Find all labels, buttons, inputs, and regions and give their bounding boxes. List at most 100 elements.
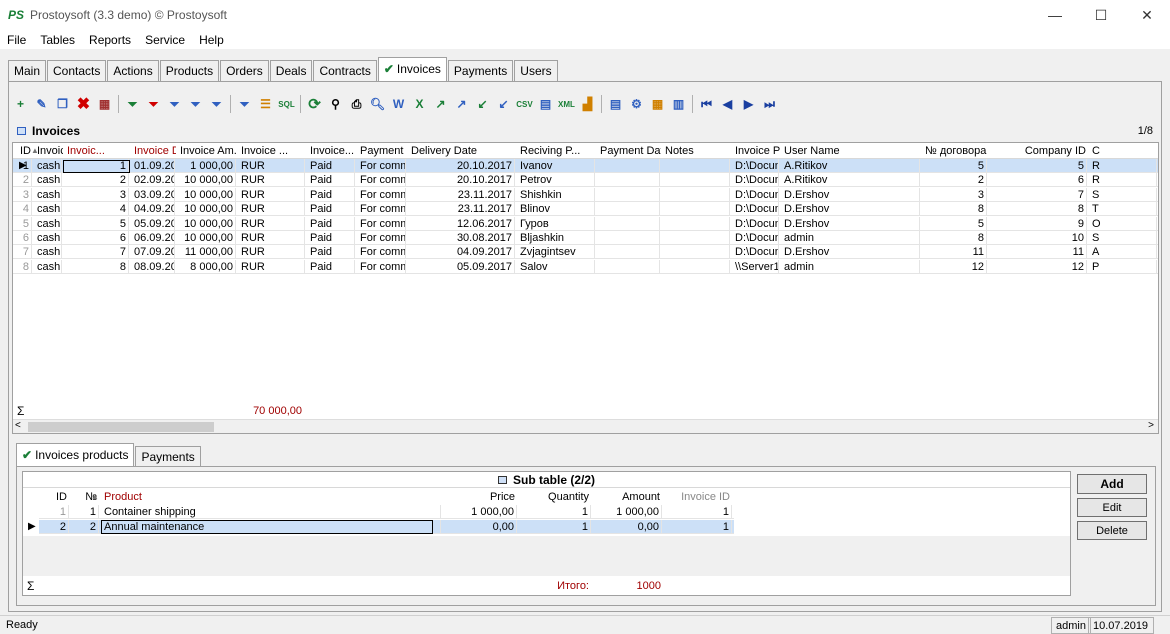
sub-cell-invoice-id[interactable]: 1 bbox=[665, 505, 732, 519]
cell-invoice-type[interactable]: cashless bbox=[35, 173, 62, 188]
sub-column-header-price[interactable]: Price bbox=[444, 490, 517, 504]
sql-icon[interactable]: SQL bbox=[276, 94, 297, 114]
export-to-excel-icon[interactable]: ↗ bbox=[430, 94, 451, 114]
edit-icon[interactable]: ✎ bbox=[31, 94, 52, 114]
cell-id[interactable]: 8 bbox=[15, 259, 32, 274]
cell-invoice-number[interactable]: 7 bbox=[65, 245, 129, 260]
menu-reports[interactable]: Reports bbox=[82, 33, 138, 47]
column-header-receiving-person[interactable]: Reciving P... bbox=[518, 144, 596, 158]
csv-icon[interactable]: CSV bbox=[514, 94, 535, 114]
cell-company-id[interactable]: 6 bbox=[990, 173, 1087, 188]
cell-notes[interactable] bbox=[663, 202, 730, 217]
cell-delivery-date[interactable]: 12.06.2017 bbox=[409, 216, 515, 231]
export-text-icon[interactable]: ▤ bbox=[535, 94, 556, 114]
cell-invoice-currency[interactable]: RUR bbox=[239, 159, 305, 173]
column-header-invoice-number[interactable]: Invoic... bbox=[65, 144, 130, 158]
column-header-contract-number[interactable]: № договора bbox=[923, 144, 988, 158]
cell-invoice-type[interactable]: cashless bbox=[35, 159, 62, 173]
cell-invoice-date[interactable]: 03.09.2017 bbox=[132, 187, 175, 202]
import-excel-icon[interactable]: ↙ bbox=[472, 94, 493, 114]
sub-cell-price[interactable]: 1 000,00 bbox=[444, 505, 517, 519]
delete-all-icon[interactable]: ▦ bbox=[94, 94, 115, 114]
column-header-payment-date[interactable]: Payment Date bbox=[598, 144, 661, 158]
sub-column-header-amount[interactable]: Amount bbox=[594, 490, 662, 504]
sub-cell-number[interactable]: 1 bbox=[72, 505, 99, 519]
cell-delivery-date[interactable]: 23.11.2017 bbox=[409, 187, 515, 202]
menu-help[interactable]: Help bbox=[192, 33, 231, 47]
close-button[interactable]: ✕ bbox=[1124, 0, 1170, 30]
column-header-delivery-date[interactable]: Delivery Date bbox=[409, 144, 516, 158]
tab-invoices-products[interactable]: ✔ Invoices products bbox=[16, 443, 135, 467]
cell-payment-date[interactable] bbox=[598, 259, 660, 274]
cell-invoice-date[interactable]: 04.09.2017 bbox=[132, 202, 175, 217]
cell-invoice-type[interactable]: cashless bbox=[35, 216, 62, 231]
cell-invoice-number[interactable]: 3 bbox=[65, 187, 129, 202]
cell-invoice-number[interactable]: 5 bbox=[65, 216, 129, 231]
cell-company-id[interactable]: 8 bbox=[990, 202, 1087, 217]
cell-payment-date[interactable] bbox=[598, 159, 660, 173]
cell-invoice-amount[interactable]: 11 000,00 bbox=[178, 245, 236, 260]
cell-company-id[interactable]: 9 bbox=[990, 216, 1087, 231]
cell-payment-purpose[interactable]: For communication sen bbox=[358, 216, 406, 231]
sub-cell-id[interactable]: 1 bbox=[40, 505, 69, 519]
chart-icon[interactable]: ▟ bbox=[577, 94, 598, 114]
last-record-icon[interactable]: ⏭ bbox=[759, 94, 780, 114]
cell-contract-number[interactable]: 5 bbox=[923, 216, 987, 231]
cell-invoice-currency[interactable]: RUR bbox=[239, 259, 305, 274]
cell-invoice-path[interactable]: D:\Documents\Invoice001.doc bbox=[733, 159, 779, 173]
cell-notes[interactable] bbox=[663, 216, 730, 231]
cell-payment-purpose[interactable]: For communication sen bbox=[358, 173, 406, 188]
cell-invoice-status[interactable]: Paid bbox=[308, 245, 355, 260]
cell-payment-date[interactable] bbox=[598, 187, 660, 202]
cell-invoice-amount[interactable]: 10 000,00 bbox=[178, 231, 236, 245]
next-record-icon[interactable]: ▶ bbox=[738, 94, 759, 114]
cell-extra[interactable]: R bbox=[1090, 173, 1157, 188]
cell-receiving-person[interactable]: Ivanov bbox=[518, 159, 595, 173]
report-icon[interactable]: ▤ bbox=[605, 94, 626, 114]
cell-invoice-path[interactable]: D:\Documents\Invoice007.doc bbox=[733, 245, 779, 260]
sub-cell-number[interactable]: 2 bbox=[72, 520, 99, 534]
preview-icon[interactable]: 🔍︎ bbox=[367, 94, 388, 114]
cell-invoice-path[interactable]: D:\Documents\Invoice003.doc bbox=[733, 187, 779, 202]
cell-invoice-status[interactable]: Paid bbox=[308, 259, 355, 274]
sub-cell-quantity[interactable]: 1 bbox=[520, 520, 591, 534]
cell-contract-number[interactable]: 5 bbox=[923, 159, 987, 173]
cell-invoice-status[interactable]: Paid bbox=[308, 202, 355, 217]
cell-id[interactable]: 5 bbox=[15, 216, 32, 231]
cell-company-id[interactable]: 7 bbox=[990, 187, 1087, 202]
cell-invoice-amount[interactable]: 10 000,00 bbox=[178, 187, 236, 202]
cell-invoice-date[interactable]: 01.09.2017 bbox=[132, 159, 175, 173]
cell-invoice-path[interactable]: D:\Documents\Invoice004.doc bbox=[733, 202, 779, 217]
focused-cell[interactable] bbox=[101, 520, 433, 534]
cell-invoice-type[interactable]: cashless bbox=[35, 259, 62, 274]
table-settings-icon[interactable]: ▦ bbox=[647, 94, 668, 114]
cell-receiving-person[interactable]: Blinov bbox=[518, 202, 595, 217]
cell-invoice-type[interactable]: cashless bbox=[35, 231, 62, 245]
filter-add-icon[interactable]: ⏷ bbox=[122, 94, 143, 114]
cell-extra[interactable]: A bbox=[1090, 245, 1157, 260]
tab-orders[interactable]: Orders bbox=[220, 60, 269, 81]
cell-user-name[interactable]: D.Ershov bbox=[782, 245, 920, 260]
refresh-icon[interactable]: ⟳ bbox=[304, 94, 325, 114]
sub-cell-price[interactable]: 0,00 bbox=[444, 520, 517, 534]
export-excel-icon[interactable]: X bbox=[409, 94, 430, 114]
cell-payment-date[interactable] bbox=[598, 202, 660, 217]
cell-receiving-person[interactable]: Zvjagintsev bbox=[518, 245, 595, 260]
cell-invoice-path[interactable]: D:\Documents\Invoice006.doc bbox=[733, 231, 779, 245]
cell-notes[interactable] bbox=[663, 159, 730, 173]
cell-invoice-date[interactable]: 02.09.2017 bbox=[132, 173, 175, 188]
settings-icon[interactable]: ⚙ bbox=[626, 94, 647, 114]
horizontal-scrollbar[interactable]: < > bbox=[13, 419, 1158, 433]
sub-column-header-product[interactable]: Product bbox=[102, 490, 441, 504]
tab-contracts[interactable]: Contracts bbox=[313, 60, 377, 81]
cell-id[interactable]: 7 bbox=[15, 245, 32, 260]
add-button[interactable]: Add bbox=[1077, 474, 1147, 494]
previous-record-icon[interactable]: ◀ bbox=[717, 94, 738, 114]
cell-user-name[interactable]: D.Ershov bbox=[782, 202, 920, 217]
tab-sub-payments[interactable]: Payments bbox=[135, 446, 201, 467]
cell-receiving-person[interactable]: Shishkin bbox=[518, 187, 595, 202]
sub-cell-invoice-id[interactable]: 1 bbox=[665, 520, 732, 534]
cell-invoice-currency[interactable]: RUR bbox=[239, 202, 305, 217]
edit-button[interactable]: Edit bbox=[1077, 498, 1147, 517]
cell-extra[interactable]: O bbox=[1090, 216, 1157, 231]
